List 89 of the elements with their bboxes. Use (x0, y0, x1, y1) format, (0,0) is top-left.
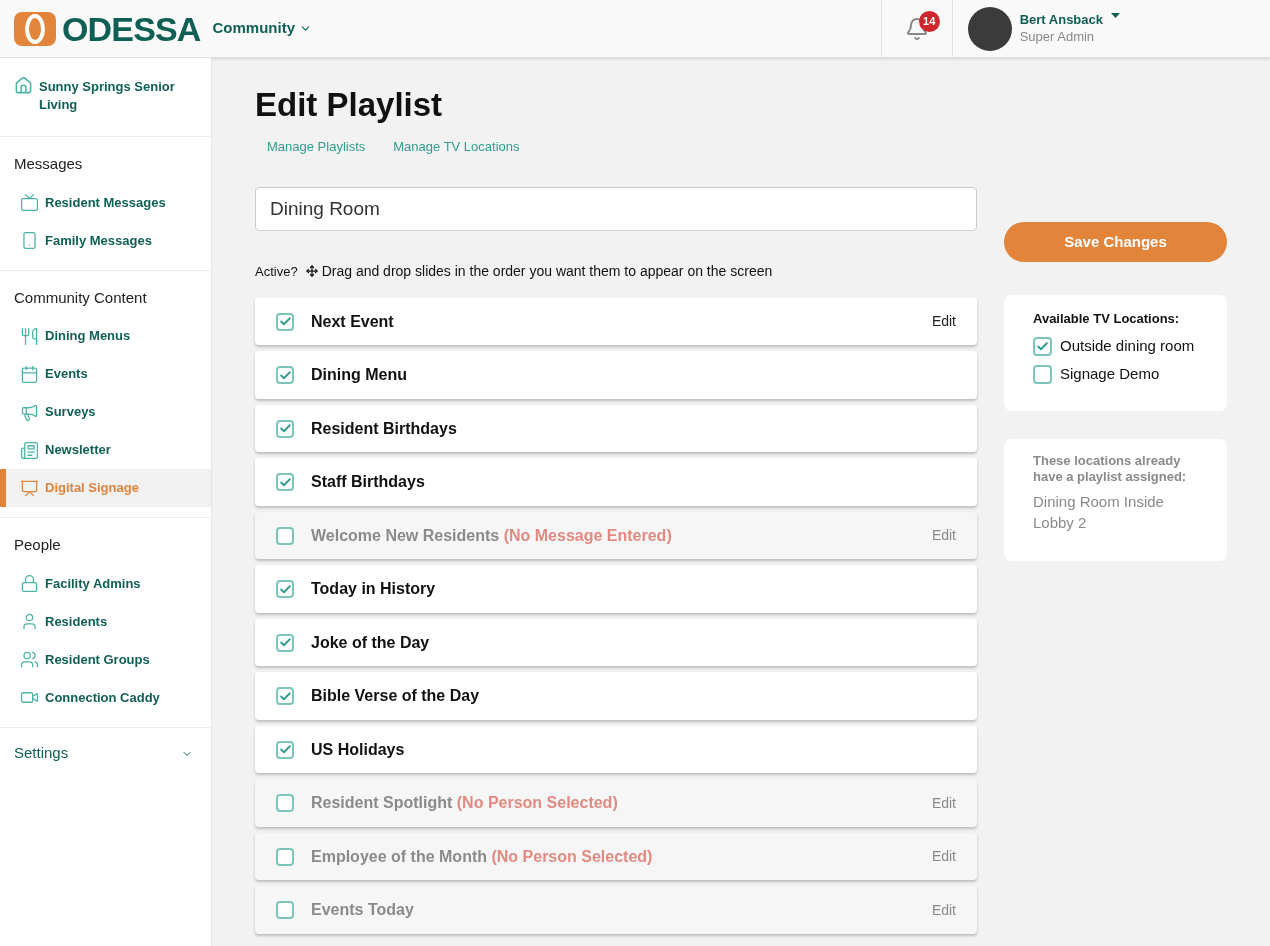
checkmark-icon (278, 475, 292, 489)
slide-title: US Holidays (311, 739, 405, 760)
slide-title: Staff Birthdays (311, 472, 425, 492)
checkbox[interactable] (276, 580, 294, 598)
sidebar-item[interactable]: Residents (0, 602, 211, 641)
slide-title: Joke of the Day (311, 632, 430, 653)
checkbox[interactable] (276, 740, 294, 759)
playlist-name-field[interactable]: Dining Room (255, 186, 977, 231)
checkmark-icon (278, 689, 292, 703)
megaphone-icon (20, 402, 39, 422)
logo-text: ODESSA (62, 11, 201, 46)
checkmark-icon (278, 368, 292, 382)
checkbox[interactable] (276, 526, 294, 545)
people-icon (20, 650, 39, 669)
phone-icon (20, 231, 39, 250)
slide-title: Events Today (311, 900, 414, 920)
move-icon (305, 265, 318, 278)
person-icon (20, 612, 39, 631)
slide-row[interactable]: Joke of the Day (255, 618, 977, 667)
card-heading: These locations already have a playlist assigned: (1033, 452, 1188, 485)
slide-row[interactable]: Today in History (255, 565, 977, 613)
checkbox[interactable] (1033, 337, 1052, 356)
active-label: Active? (255, 262, 298, 281)
tv-icon (20, 193, 39, 212)
section-heading: People (13, 535, 62, 555)
checkmark-icon (278, 582, 292, 596)
utensils-icon (20, 326, 39, 346)
sidebar-item[interactable]: Facility Admins (0, 564, 211, 603)
location-label: Signage Demo (1060, 364, 1160, 385)
checkbox[interactable] (276, 794, 294, 812)
sidebar-item[interactable]: Dining Menus (0, 317, 211, 355)
caret-icon[interactable] (1111, 12, 1120, 18)
checkmark-icon (278, 743, 292, 756)
monitor-icon (20, 478, 39, 498)
sidebar-item[interactable]: Family Messages (0, 221, 211, 260)
sidebar-item[interactable]: Surveys (0, 393, 211, 431)
assigned-location: Lobby 2 (1033, 512, 1088, 533)
sidebar-item[interactable]: Resident Messages (0, 183, 211, 222)
sidebar-item[interactable]: Events (0, 355, 211, 393)
user-name[interactable]: Bert Ansback (1019, 12, 1103, 29)
notification-count: 14 (918, 10, 940, 32)
slide-row[interactable]: Staff Birthdays (255, 458, 977, 506)
logo-icon (14, 11, 56, 46)
checkbox[interactable] (276, 901, 294, 919)
checkmark-icon (278, 422, 292, 435)
community-menu[interactable]: Community (212, 17, 312, 40)
slide-row[interactable]: US Holidays (255, 725, 977, 774)
slide-row[interactable]: Dining Menu (255, 351, 977, 399)
slide-title: Bible Verse of the Day (311, 686, 480, 706)
slide-title: Dining Menu (311, 365, 407, 385)
checkbox[interactable] (276, 312, 294, 331)
checkbox[interactable] (1033, 365, 1052, 384)
newspaper-icon (20, 440, 39, 460)
checkbox[interactable] (276, 847, 294, 866)
checkmark-icon (278, 636, 292, 649)
section-heading: Messages (13, 154, 84, 174)
section-heading: Community Content (13, 287, 148, 308)
slide-title: Resident Birthdays (311, 418, 457, 439)
sidebar-item[interactable]: Connection Caddy (0, 678, 211, 717)
slide-title: Employee of the Month (No Person Selected) (311, 846, 653, 867)
settings-menu[interactable]: Settings (0, 727, 211, 780)
home-icon (14, 76, 33, 95)
home-link[interactable]: Sunny Springs Senior Living (0, 58, 211, 137)
calendar-icon (20, 364, 39, 384)
slide-title: Resident Spotlight (No Person Selected) (311, 793, 618, 813)
lock-icon (20, 574, 39, 593)
sidebar-item[interactable]: Resident Groups (0, 640, 211, 679)
edit-link[interactable]: Edit (931, 311, 956, 332)
checkmark-icon (278, 315, 292, 328)
slide-row[interactable]: Resident Birthdays (255, 404, 977, 453)
checkbox[interactable] (276, 687, 294, 705)
sidebar-item[interactable]: Newsletter (0, 431, 211, 469)
location-label: Outside dining room (1060, 336, 1195, 357)
user-role: Super Admin (1019, 28, 1096, 45)
slide-title: Next Event (311, 311, 394, 332)
card-heading: Available TV Locations: (1033, 310, 1181, 328)
assigned-location: Dining Room Inside (1033, 491, 1165, 512)
instructions-text: Drag and drop slides in the order you want them to appear on the screen (321, 261, 773, 281)
checkbox[interactable] (276, 633, 294, 652)
slide-title: Welcome New Residents (No Message Entered) (311, 525, 672, 546)
checkmark-icon (1036, 340, 1049, 353)
checkbox[interactable] (276, 366, 294, 384)
checkbox[interactable] (276, 473, 294, 491)
checkbox[interactable] (276, 419, 294, 438)
notifications-button[interactable]: 14 (880, 0, 952, 58)
slide-row[interactable]: Next Event Edit (255, 297, 977, 346)
slide-title: Today in History (311, 579, 436, 599)
slide-row[interactable]: Bible Verse of the Day (255, 672, 977, 720)
page-title: Edit Playlist (255, 85, 444, 125)
